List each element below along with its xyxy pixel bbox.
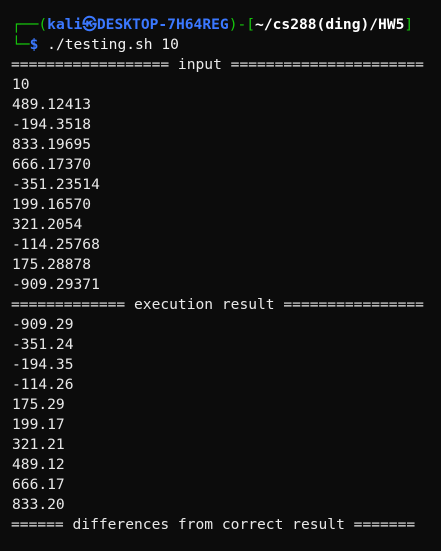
diff-header: ====== differences from correct result =…: [11, 516, 416, 533]
result-value: 321.21: [12, 436, 65, 453]
prompt-line: ┌──(kali㉿DESKTOP-7H64REG)-[~/cs288(ding)…: [12, 15, 441, 35]
input-value: -909.29371: [12, 276, 100, 293]
input-value: 489.12413: [12, 96, 92, 113]
input-header: ================== input ===============…: [11, 56, 424, 73]
result-value: 833.20: [12, 496, 65, 513]
result-value: -194.35: [12, 356, 74, 373]
result-value: 666.17: [12, 476, 65, 493]
input-value: 666.17370: [12, 156, 92, 173]
terminal-window[interactable]: ┌──(kali㉿DESKTOP-7H64REG)-[~/cs288(ding)…: [0, 0, 441, 551]
result-value: 489.12: [12, 456, 65, 473]
input-value: -194.3518: [12, 116, 92, 133]
result-header: ============= execution result =========…: [11, 296, 424, 313]
result-value: -351.24: [12, 336, 74, 353]
result-value: -114.26: [12, 376, 74, 393]
input-value: 175.28878: [12, 256, 92, 273]
input-value: 833.19695: [12, 136, 92, 153]
input-value: -114.25768: [12, 236, 100, 253]
input-value: -351.23514: [12, 176, 100, 193]
result-value: 199.17: [12, 416, 65, 433]
prompt-corner: └─: [12, 36, 30, 53]
prompt-open: ┌──(: [12, 16, 48, 33]
result-value: -909.29: [12, 316, 74, 333]
command-line: └─$ ./testing.sh 10: [12, 35, 441, 55]
input-value: 10: [12, 76, 30, 93]
command-text: ./testing.sh 10: [38, 36, 179, 53]
result-value: 175.29: [12, 396, 65, 413]
prompt-close: ]: [404, 16, 414, 33]
prompt-mid: )-[: [228, 16, 256, 33]
input-value: 321.2054: [12, 216, 83, 233]
prompt-user-host: kali㉿DESKTOP-7H64REG: [47, 16, 229, 33]
prompt-path: ~/cs288(ding)/HW5: [255, 16, 405, 33]
input-value: 199.16570: [12, 196, 92, 213]
